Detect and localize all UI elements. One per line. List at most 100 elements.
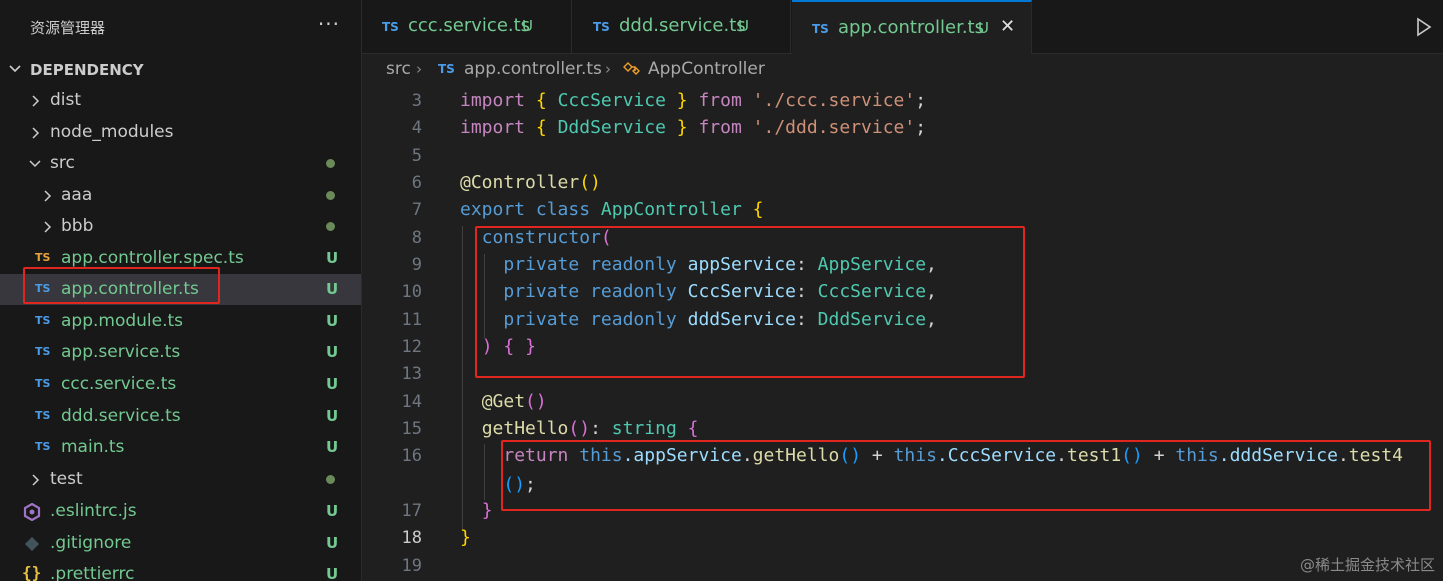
class-symbol-icon [623, 62, 640, 75]
modified-dot [326, 159, 335, 168]
tree-item-ddd-service[interactable]: TS ddd.service.ts U [0, 401, 361, 432]
tab-app-controller[interactable]: TS app.controller.ts U ✕ [792, 0, 1032, 54]
tree-item-label: test [50, 469, 83, 489]
tree-item-label: app.service.ts [61, 342, 181, 362]
untracked-badge: U [326, 438, 339, 456]
tree-item-label: main.ts [61, 437, 125, 457]
editor-area: TS ccc.service.ts U TS ddd.service.ts U … [362, 0, 1443, 581]
untracked-badge: U [326, 534, 339, 552]
tree-item-main[interactable]: TS main.ts U [0, 432, 361, 463]
tree-item-label: ccc.service.ts [61, 374, 177, 394]
explorer-sidebar: 资源管理器 ··· DEPENDENCY dist node_modules s… [0, 0, 362, 581]
line-number: 14 [401, 392, 422, 412]
tree-item-ccc-service[interactable]: TS ccc.service.ts U [0, 369, 361, 400]
chevron-right-icon [44, 190, 52, 202]
typescript-icon: TS [382, 20, 399, 34]
line-number: 10 [401, 282, 422, 302]
tree-item-aaa[interactable]: aaa [0, 180, 361, 211]
typescript-icon: TS [35, 377, 51, 390]
run-icon[interactable] [1415, 17, 1433, 37]
typescript-test-icon: TS [35, 251, 51, 264]
tree-item-label: .eslintrc.js [50, 501, 137, 521]
code-line-7[interactable]: export class AppController { [460, 199, 763, 220]
tree-item-dist[interactable]: dist [0, 85, 361, 116]
tab-bar: TS ccc.service.ts U TS ddd.service.ts U … [362, 0, 1443, 54]
line-number: 9 [411, 255, 422, 275]
typescript-icon: TS [593, 20, 610, 34]
tab-label: ccc.service.ts [408, 15, 531, 36]
untracked-badge: U [326, 280, 339, 298]
section-label: DEPENDENCY [30, 61, 144, 79]
tree-item-label: ddd.service.ts [61, 406, 181, 426]
tree-item-app-service[interactable]: TS app.service.ts U [0, 337, 361, 368]
tree-item-bbb[interactable]: bbb [0, 211, 361, 242]
line-number-current: 18 [401, 528, 422, 548]
code-line-17[interactable]: } [460, 500, 493, 521]
line-number: 7 [411, 200, 422, 220]
highlight-box-constructor [475, 226, 1025, 378]
tree-item-test[interactable]: test [0, 464, 361, 495]
tree-item-node-modules[interactable]: node_modules [0, 117, 361, 148]
tab-untracked-badge: U [738, 17, 749, 35]
tree-item-eslintrc[interactable]: .eslintrc.js U [0, 496, 361, 527]
close-icon[interactable]: ✕ [1000, 16, 1015, 37]
git-icon [24, 536, 40, 552]
code-line-14[interactable]: @Get() [460, 391, 547, 412]
typescript-icon: TS [35, 345, 51, 358]
tab-ddd-service[interactable]: TS ddd.service.ts U [573, 0, 791, 54]
line-number: 11 [401, 310, 422, 330]
untracked-badge: U [326, 565, 339, 581]
code-line-18[interactable]: } [460, 527, 471, 548]
tree-item-label: app.controller.spec.ts [61, 248, 244, 268]
breadcrumb-folder[interactable]: src [386, 59, 411, 79]
tab-ccc-service[interactable]: TS ccc.service.ts U [362, 0, 572, 54]
typescript-icon: TS [438, 62, 455, 76]
tree-item-label: aaa [61, 185, 93, 205]
tab-untracked-badge: U [978, 19, 989, 37]
line-number: 12 [401, 337, 422, 357]
code-line-6[interactable]: @Controller() [460, 172, 601, 193]
json-braces-icon: {} [22, 563, 42, 581]
explorer-title: 资源管理器 [30, 19, 106, 37]
chevron-right-icon [32, 127, 40, 139]
highlight-box-return [501, 440, 1431, 511]
modified-dot [326, 191, 335, 200]
chevron-right-icon: › [605, 60, 611, 78]
line-number: 16 [401, 446, 422, 466]
line-number: 19 [401, 556, 422, 576]
modified-dot [326, 222, 335, 231]
chevron-right-icon [44, 221, 52, 233]
watermark: @稀土掘金技术社区 [1299, 556, 1435, 574]
untracked-badge: U [326, 407, 339, 425]
tree-item-label: .prettierrc [50, 564, 135, 581]
line-number: 4 [411, 118, 422, 138]
breadcrumb-symbol[interactable]: AppController [648, 59, 765, 79]
chevron-right-icon: › [416, 60, 422, 78]
typescript-icon: TS [35, 314, 51, 327]
eslint-icon [23, 503, 41, 521]
tree-item-gitignore[interactable]: .gitignore U [0, 528, 361, 559]
code-line-15[interactable]: getHello(): string { [460, 418, 699, 439]
line-number: 17 [401, 501, 422, 521]
more-actions-icon[interactable]: ··· [318, 12, 340, 36]
line-number: 13 [401, 364, 422, 384]
tree-item-app-module[interactable]: TS app.module.ts U [0, 306, 361, 337]
tab-label: app.controller.ts [838, 17, 984, 38]
code-line-4[interactable]: import { DddService } from './ddd.servic… [460, 117, 926, 138]
breadcrumb-file[interactable]: app.controller.ts [464, 59, 602, 79]
line-number: 15 [401, 419, 422, 439]
breadcrumb: src › TS app.controller.ts › AppControll… [362, 54, 1443, 84]
untracked-badge: U [326, 375, 339, 393]
chevron-right-icon [32, 474, 40, 486]
tree-item-prettierrc[interactable]: {} .prettierrc U [0, 559, 361, 581]
untracked-badge: U [326, 502, 339, 520]
typescript-icon: TS [35, 440, 51, 453]
line-number: 6 [411, 173, 422, 193]
highlight-box-app-controller [23, 267, 220, 304]
section-header-dependency[interactable]: DEPENDENCY [0, 54, 361, 86]
tree-item-label: src [50, 153, 75, 173]
tree-item-label: bbb [61, 216, 94, 236]
code-line-3[interactable]: import { CccService } from './ccc.servic… [460, 90, 926, 111]
tab-label: ddd.service.ts [619, 15, 746, 36]
tree-item-src[interactable]: src [0, 148, 361, 179]
